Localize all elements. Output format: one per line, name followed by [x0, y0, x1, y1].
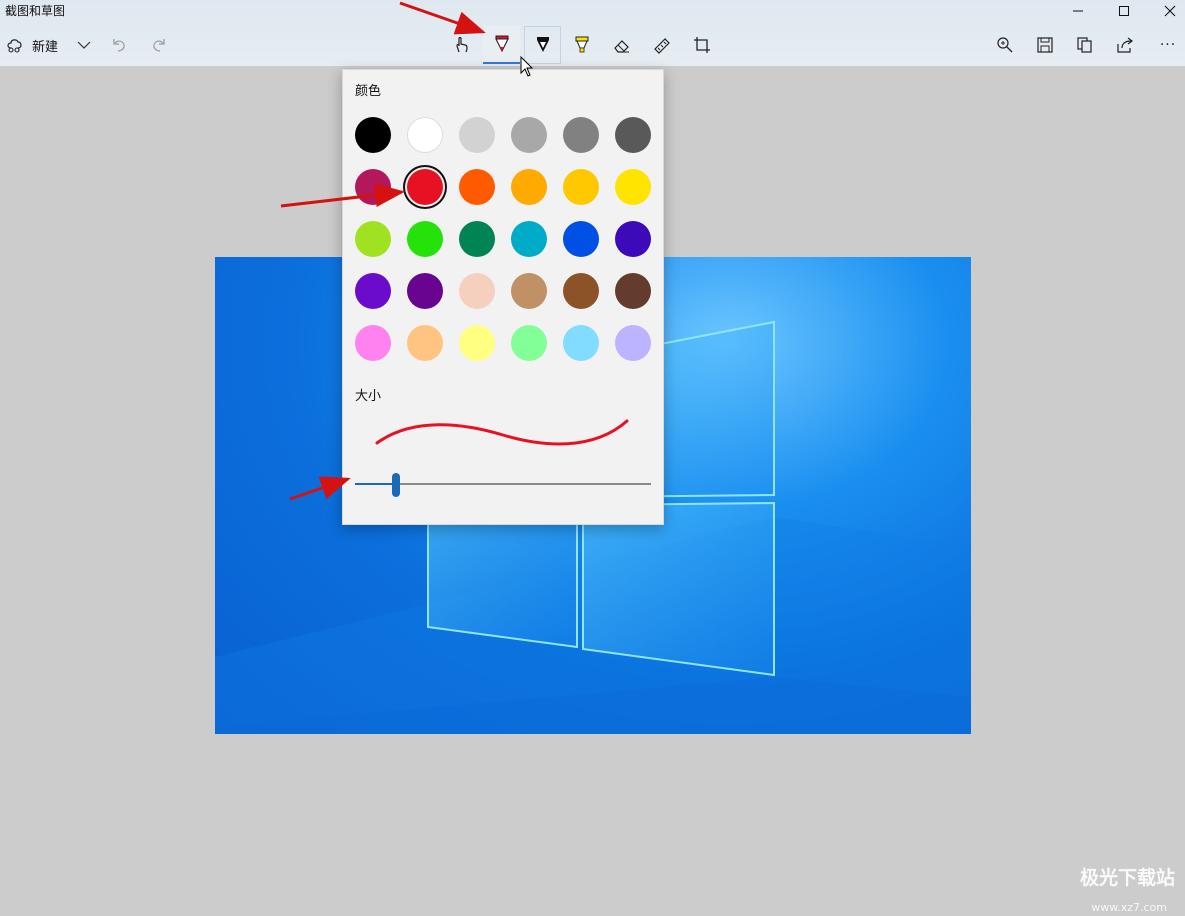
save-icon [1037, 37, 1053, 53]
highlighter-icon [575, 36, 589, 53]
touch-writing-icon [456, 36, 468, 53]
zoom-in-icon [997, 37, 1013, 53]
color-swatch[interactable] [511, 117, 547, 153]
color-swatch[interactable] [615, 117, 651, 153]
color-swatch[interactable] [459, 169, 495, 205]
color-section-label: 颜色 [355, 84, 382, 99]
redo-button[interactable] [141, 28, 177, 62]
app-title: 截图和草图 [5, 4, 66, 18]
color-swatch[interactable] [355, 325, 391, 361]
save-button[interactable] [1027, 28, 1063, 62]
ballpoint-pen-button[interactable] [483, 26, 520, 64]
minimize-icon [1073, 10, 1083, 12]
eraser-icon [614, 40, 629, 53]
zoom-button[interactable] [987, 28, 1023, 62]
color-swatch[interactable] [511, 221, 547, 257]
more-label: ··· [1159, 37, 1177, 53]
color-swatch[interactable] [459, 117, 495, 153]
color-swatch[interactable] [563, 273, 599, 309]
color-swatch[interactable] [563, 325, 599, 361]
color-swatch[interactable] [615, 273, 651, 309]
undo-button[interactable] [101, 28, 137, 62]
share-button[interactable] [1107, 28, 1143, 62]
color-swatch[interactable] [511, 273, 547, 309]
crop-button[interactable] [684, 28, 720, 62]
size-section-label: 大小 [355, 389, 382, 404]
color-swatch[interactable] [511, 325, 547, 361]
color-swatch[interactable] [459, 221, 495, 257]
ruler-button[interactable] [644, 28, 680, 62]
maximize-button[interactable] [1101, 0, 1147, 22]
watermark-text: 极光下载站 [1079, 867, 1175, 889]
new-snip-icon [7, 39, 22, 53]
stroke-preview [375, 419, 629, 446]
color-swatch[interactable] [459, 325, 495, 361]
crop-icon [694, 37, 710, 53]
color-swatch[interactable] [355, 221, 391, 257]
new-label[interactable]: 新建 [32, 36, 58, 55]
color-swatch[interactable] [407, 273, 443, 309]
copy-icon [1077, 37, 1092, 53]
close-icon [1164, 5, 1176, 17]
more-options-button[interactable]: ··· [1150, 28, 1185, 62]
size-slider-fill [355, 483, 397, 485]
watermark-url: www.xz7.com [1091, 901, 1167, 914]
color-swatch[interactable] [615, 221, 651, 257]
color-swatch[interactable] [407, 325, 443, 361]
share-icon [1117, 37, 1133, 53]
pencil-button[interactable] [524, 26, 561, 64]
color-swatch[interactable] [563, 117, 599, 153]
close-button[interactable] [1147, 0, 1185, 22]
color-swatch[interactable] [355, 169, 391, 205]
size-slider-thumb[interactable] [392, 473, 401, 497]
color-swatch[interactable] [615, 169, 651, 205]
color-swatch[interactable] [459, 273, 495, 309]
color-swatch[interactable] [615, 325, 651, 361]
color-swatch[interactable] [407, 221, 443, 257]
color-swatch[interactable] [407, 117, 443, 153]
title-bar: 截图和草图 新建 ··· [0, 0, 1185, 66]
undo-icon [113, 39, 125, 52]
color-swatch[interactable] [407, 169, 443, 205]
color-swatch[interactable] [563, 169, 599, 205]
chevron-down-icon [77, 41, 91, 49]
eraser-button[interactable] [604, 28, 640, 62]
size-slider-track[interactable] [396, 483, 651, 485]
ballpoint-pen-icon [494, 35, 509, 53]
color-swatch[interactable] [355, 117, 391, 153]
new-snip-button[interactable] [0, 28, 30, 62]
redo-icon [153, 39, 165, 52]
ruler-icon [654, 38, 670, 54]
color-swatch[interactable] [511, 169, 547, 205]
pencil-icon [536, 37, 549, 52]
touch-writing-button[interactable] [444, 28, 480, 62]
color-swatch[interactable] [563, 221, 599, 257]
new-dropdown-button[interactable] [66, 28, 102, 62]
color-swatch[interactable] [355, 273, 391, 309]
highlighter-button[interactable] [564, 28, 600, 62]
minimize-button[interactable] [1055, 0, 1101, 22]
pen-options-flyout: 颜色 大小 [342, 69, 664, 525]
maximize-icon [1119, 6, 1129, 16]
copy-button[interactable] [1067, 28, 1103, 62]
